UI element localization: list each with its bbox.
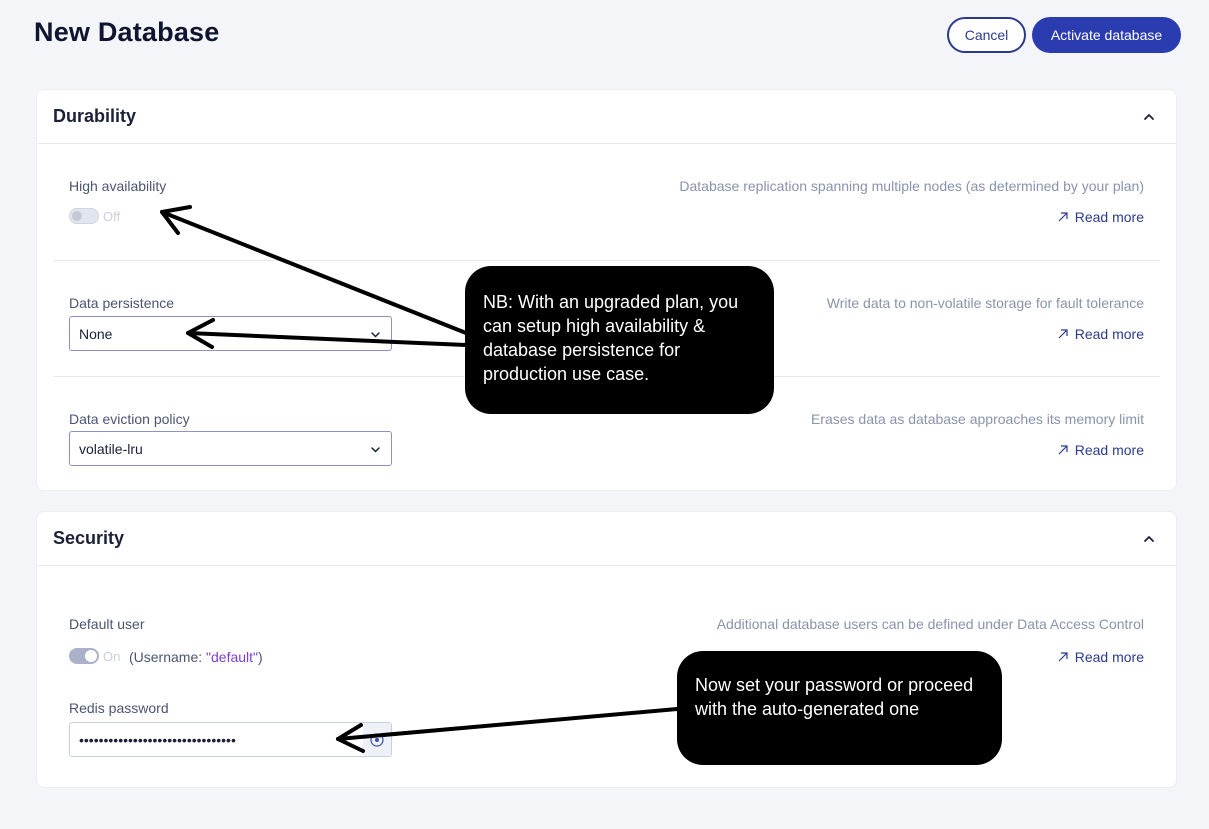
show-password-button[interactable] [363,723,391,756]
data-eviction-label: Data eviction policy [69,411,190,427]
security-title: Security [53,528,125,548]
data-eviction-description: Erases data as database approaches its m… [810,411,1144,427]
security-header[interactable]: Security [37,512,1176,566]
data-persistence-select[interactable]: None [69,316,392,351]
high-availability-state: Off [103,209,121,224]
chevron-up-icon[interactable] [1142,110,1156,124]
read-more-label: Read more [1074,209,1144,225]
toggle-knob [85,650,97,662]
page-title: New Database [34,17,220,47]
username-value: "default" [206,649,259,665]
external-arrow-icon [1058,652,1068,662]
toggle-knob [72,211,82,221]
redis-password-label: Redis password [69,700,169,716]
data-persistence-value: None [79,325,113,342]
password-callout: Now set your password or proceed with th… [677,651,1002,765]
username-suffix: ) [258,649,263,665]
security-card: Security Default user On (Username: "def… [36,511,1177,788]
row-divider [53,260,1160,261]
data-persistence-description: Write data to non-volatile storage for f… [826,295,1144,311]
external-arrow-icon [1058,329,1068,339]
chevron-down-icon [371,332,380,338]
data-eviction-select[interactable]: volatile-lru [69,431,392,466]
high-availability-toggle[interactable] [69,208,99,224]
default-username: (Username: "default") [129,649,263,665]
external-arrow-icon [1058,445,1068,455]
high-availability-description: Database replication spanning multiple n… [679,178,1144,194]
activate-database-button[interactable]: Activate database [1032,17,1181,53]
default-user-label: Default user [69,616,145,632]
default-user-read-more-link[interactable]: Read more [1057,649,1144,665]
default-user-description: Additional database users can be defined… [716,616,1144,632]
default-user-toggle[interactable] [69,648,99,664]
read-more-label: Read more [1074,649,1144,665]
redis-password-input[interactable]: •••••••••••••••••••••••••••••••• [69,722,392,757]
eye-icon [370,732,384,747]
redis-password-value: •••••••••••••••••••••••••••••••• [79,731,236,748]
high-availability-label: High availability [69,178,167,194]
default-user-state: On [103,649,121,664]
data-eviction-read-more-link[interactable]: Read more [1057,442,1144,458]
high-availability-read-more-link[interactable]: Read more [1057,209,1144,225]
external-arrow-icon [1058,212,1068,222]
read-more-label: Read more [1074,326,1144,342]
durability-title: Durability [53,106,137,126]
chevron-down-icon [371,447,380,453]
durability-header[interactable]: Durability [37,90,1176,144]
data-persistence-read-more-link[interactable]: Read more [1057,326,1144,342]
data-persistence-label: Data persistence [69,295,175,311]
cancel-button[interactable]: Cancel [947,17,1026,53]
username-prefix: (Username: [129,649,207,665]
read-more-label: Read more [1074,442,1144,458]
data-eviction-value: volatile-lru [79,440,143,457]
upgrade-plan-callout: NB: With an upgraded plan, you can setup… [465,266,774,414]
chevron-up-icon[interactable] [1142,532,1156,546]
